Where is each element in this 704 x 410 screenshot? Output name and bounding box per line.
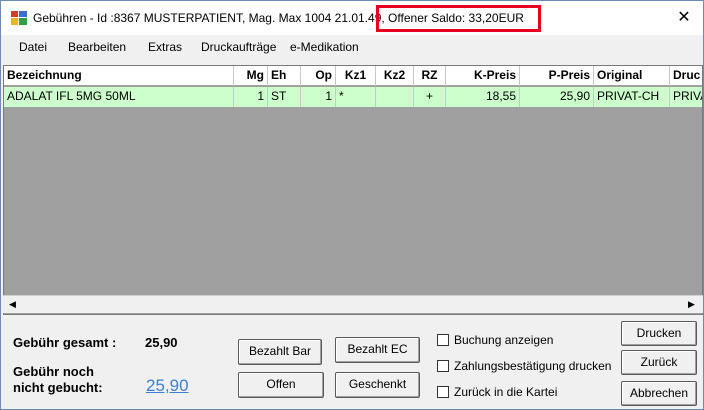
checkbox-box[interactable] <box>437 334 449 346</box>
cancel-button[interactable]: Abbrechen <box>621 381 697 406</box>
col-mg[interactable]: Mg <box>234 66 268 86</box>
cell-bezeichnung: ADALAT IFL 5MG 50ML <box>4 87 234 107</box>
print-confirmation-checkbox[interactable]: Zahlungsbestätigung drucken <box>437 359 611 373</box>
title-bar: Gebühren - Id :8367 MUSTERPATIENT, Mag. … <box>1 1 703 35</box>
gift-button[interactable]: Geschenkt <box>335 372 420 398</box>
show-booking-label: Buchung anzeigen <box>454 333 554 347</box>
cell-kz1: * <box>336 87 376 107</box>
print-button[interactable]: Drucken <box>621 321 697 346</box>
col-bezeichnung[interactable]: Bezeichnung <box>4 66 234 86</box>
paid-cash-button[interactable]: Bezahlt Bar <box>238 339 322 365</box>
menu-druckauftraege[interactable]: Druckaufträge <box>201 40 276 54</box>
checkbox-box[interactable] <box>437 386 449 398</box>
menu-bar: Datei Bearbeiten Extras Druckaufträge e-… <box>1 35 703 59</box>
total-fee-value: 25,90 <box>145 335 178 350</box>
scroll-right-icon[interactable]: ▶ <box>683 297 700 313</box>
cell-op: 1 <box>301 87 336 107</box>
col-druck[interactable]: Druc <box>670 66 702 86</box>
col-op[interactable]: Op <box>301 66 336 86</box>
menu-bearbeiten[interactable]: Bearbeiten <box>68 40 126 54</box>
col-k-preis[interactable]: K-Preis <box>446 66 520 86</box>
menu-extras[interactable]: Extras <box>148 40 182 54</box>
col-kz2[interactable]: Kz2 <box>376 66 414 86</box>
print-confirmation-label: Zahlungsbestätigung drucken <box>454 359 612 373</box>
menu-e-medikation[interactable]: e-Medikation <box>290 40 359 54</box>
menu-datei[interactable]: Datei <box>19 40 47 54</box>
back-to-card-label: Zurück in die Kartei <box>454 385 558 399</box>
col-rz[interactable]: RZ <box>414 66 446 86</box>
cell-druck: PRIVA <box>673 89 702 103</box>
cell-kz2 <box>376 87 414 107</box>
fees-table[interactable]: Bezeichnung Mg Eh Op Kz1 Kz2 RZ K-Preis … <box>3 65 703 315</box>
back-to-card-checkbox[interactable]: Zurück in die Kartei <box>437 385 557 399</box>
cell-eh: ST <box>268 87 301 107</box>
col-p-preis[interactable]: P-Preis <box>520 66 594 86</box>
col-eh[interactable]: Eh <box>268 66 301 86</box>
summary-panel: Gebühr gesamt : 25,90 Gebühr noch nicht … <box>1 317 703 410</box>
balance-highlight <box>376 5 541 32</box>
close-button[interactable]: ✕ <box>667 3 701 33</box>
table-header: Bezeichnung Mg Eh Op Kz1 Kz2 RZ K-Preis … <box>4 66 702 86</box>
open-button[interactable]: Offen <box>238 372 324 398</box>
checkbox-box[interactable] <box>437 360 449 372</box>
paid-ec-button[interactable]: Bezahlt EC <box>335 337 420 363</box>
cell-mg: 1 <box>234 87 268 107</box>
cell-original: PRIVAT-CH <box>594 87 670 107</box>
cell-k-preis: 18,55 <box>446 87 520 107</box>
unbooked-fee-label-line2: nicht gebucht: <box>13 380 103 395</box>
col-original[interactable]: Original <box>594 66 670 86</box>
fees-window: Gebühren - Id :8367 MUSTERPATIENT, Mag. … <box>0 0 704 410</box>
table-row[interactable]: ADALAT IFL 5MG 50ML 1 ST 1 * + 18,55 25,… <box>4 87 702 107</box>
cell-p-preis: 25,90 <box>520 87 594 107</box>
col-kz1[interactable]: Kz1 <box>336 66 376 86</box>
unbooked-fee-label-line1: Gebühr noch <box>13 364 94 379</box>
total-fee-label: Gebühr gesamt : <box>13 335 117 350</box>
unbooked-fee-link[interactable]: 25,90 <box>146 376 189 396</box>
scroll-left-icon[interactable]: ◀ <box>4 297 21 313</box>
back-button[interactable]: Zurück <box>621 350 697 375</box>
cell-rz: + <box>414 87 446 107</box>
app-icon <box>11 11 27 25</box>
show-booking-checkbox[interactable]: Buchung anzeigen <box>437 333 553 347</box>
horizontal-scrollbar[interactable]: ◀ ▶ <box>3 295 703 313</box>
